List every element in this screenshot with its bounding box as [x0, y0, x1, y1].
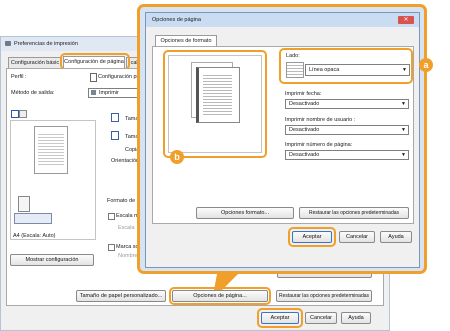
print-page-number-label: Imprimir número de página:	[285, 142, 353, 148]
restore-defaults-button[interactable]: Restaurar las opciones predeterminadas	[299, 207, 409, 219]
format-options-button[interactable]: Opciones formato...	[196, 207, 294, 219]
paper-preview-caption: A4 (Escala: Auto)	[13, 233, 56, 239]
dialog-cancel-button[interactable]: Cancelar	[339, 231, 375, 243]
paper-size-icon	[111, 113, 119, 122]
orientation-label: Orientación	[111, 158, 140, 164]
watermark-checkbox[interactable]	[108, 244, 115, 251]
profile-value[interactable]: Configuración pre	[98, 74, 141, 80]
edge-select-value: Línea opaca	[309, 67, 340, 73]
window-title: Preferencias de impresión	[14, 41, 78, 47]
scale-label: Escala	[118, 225, 135, 231]
print-date-label: Imprimir fecha:	[285, 91, 322, 97]
print-date-select[interactable]: Desactivado ▼	[285, 99, 409, 109]
document-lines	[203, 73, 232, 116]
cancel-button[interactable]: Cancelar	[305, 312, 337, 324]
badge-a: a	[419, 58, 433, 72]
custom-paper-size-button[interactable]: Tamaño de papel personalizado...	[76, 290, 166, 302]
show-configuration-button[interactable]: Mostrar configuración	[10, 254, 94, 266]
chevron-down-icon: ▼	[402, 67, 407, 73]
ok-button-highlight	[257, 308, 303, 328]
output-method-value: Imprimir	[99, 90, 119, 96]
tab-basic-settings[interactable]: Configuración básic	[8, 57, 62, 68]
profile-icon	[90, 73, 97, 82]
edge-label: Lado:	[286, 53, 300, 59]
print-date-value: Desactivado	[289, 101, 320, 107]
layout-button-group[interactable]	[14, 213, 52, 224]
orientation-icon	[18, 196, 30, 212]
page-view-icon[interactable]	[11, 110, 19, 118]
dialog-ok-highlight	[288, 227, 336, 247]
print-username-label: Imprimir nombre de usuario :	[285, 117, 356, 123]
help-button[interactable]: Ayuda	[341, 312, 371, 324]
chevron-down-icon: ▼	[401, 101, 406, 107]
binding-line-icon	[286, 62, 304, 78]
document-lines	[38, 132, 64, 166]
output-method-label: Método de salida:	[11, 90, 55, 96]
print-page-number-value: Desactivado	[289, 152, 320, 158]
edge-select[interactable]: Línea opaca ▼	[305, 64, 410, 76]
chevron-down-icon: ▼	[401, 152, 406, 158]
dialog-title: Opciones de página	[152, 17, 201, 23]
print-username-select[interactable]: Desactivado ▼	[285, 125, 409, 135]
settings-view-icon[interactable]	[19, 110, 27, 118]
dialog-help-button[interactable]: Ayuda	[380, 231, 412, 243]
print-page-number-select[interactable]: Desactivado ▼	[285, 150, 409, 160]
print-icon	[91, 90, 96, 95]
badge-b: b	[170, 150, 184, 164]
scale-manual-checkbox[interactable]	[108, 213, 115, 220]
printer-icon	[5, 41, 11, 46]
close-icon[interactable]: ✕	[398, 16, 414, 24]
print-username-value: Desactivado	[289, 127, 320, 133]
profile-label: Perfil :	[11, 74, 27, 80]
chevron-down-icon: ▼	[401, 127, 406, 133]
restore-defaults-button[interactable]: Restaurar las opciones predeterminadas	[276, 290, 372, 302]
output-size-icon	[111, 131, 119, 140]
